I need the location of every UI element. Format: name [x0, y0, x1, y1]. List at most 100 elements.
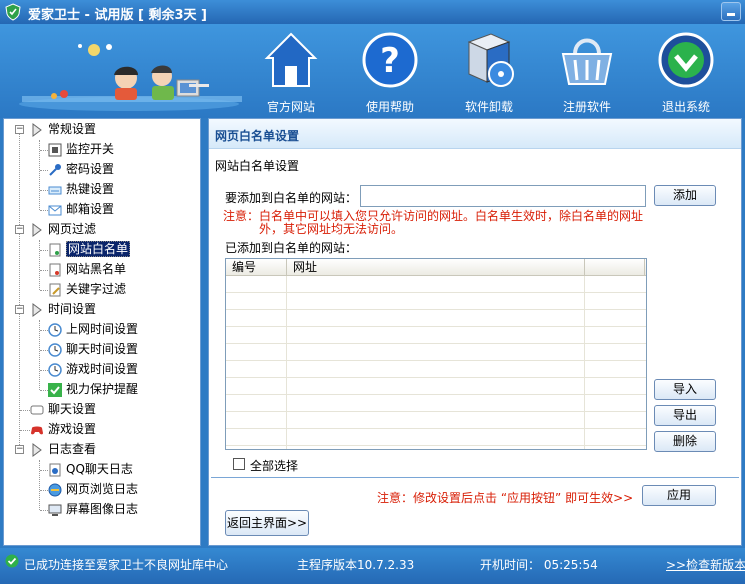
collapse-toggle[interactable]: − [15, 445, 24, 454]
section-subtitle: 网站白名单设置 [215, 159, 300, 173]
tree-item-label: 游戏时间设置 [66, 362, 139, 376]
help-button[interactable]: ? 使用帮助 [345, 30, 435, 116]
table-row [226, 429, 646, 446]
gamepad-icon [31, 426, 43, 434]
register-button[interactable]: 注册软件 [542, 30, 632, 116]
status-bar: 已成功连接至爱家卫士不良网址库中心 主程序版本10.7.2.33 开机时间： 0… [0, 548, 745, 584]
tree-item-qq-log[interactable]: QQ聊天日志 [48, 460, 133, 478]
add-button[interactable]: 添加 [654, 185, 716, 206]
uninstall-button[interactable]: 软件卸载 [444, 30, 534, 116]
apply-notice: 注意：修改设置后点击 “应用按钮” 即可生效>> [377, 491, 634, 505]
boot-time: 开机时间： 05:25:54 [480, 558, 598, 572]
column-header-url[interactable]: 网址 [287, 259, 585, 276]
collapse-toggle[interactable]: − [15, 225, 24, 234]
nav-label: 官方网站 [266, 100, 315, 114]
tree-item-web-log[interactable]: 网页浏览日志 [48, 480, 138, 498]
column-header-extra[interactable] [585, 259, 645, 276]
notice-line: 外，其它网址均无法访问。 [259, 222, 404, 236]
tree-item-label: 网站白名单 [66, 241, 131, 257]
key-icon [49, 163, 61, 176]
svg-text:?: ? [380, 41, 400, 81]
tree-item-label: 关键字过滤 [66, 282, 127, 296]
panel-title: 网页白名单设置 [215, 129, 300, 143]
tree-group-web-filter[interactable]: 网页过滤 [30, 220, 96, 238]
tree-item-label: 视力保护提醒 [66, 382, 139, 396]
keyboard-icon [48, 186, 62, 194]
tree-item-label: 网站黑名单 [66, 262, 127, 276]
tree-group-label: 网页过滤 [48, 222, 97, 236]
clock-icon [48, 362, 62, 377]
exit-button[interactable]: 退出系统 [641, 30, 731, 116]
tree-group-game[interactable]: 游戏设置 [30, 420, 96, 438]
collapse-toggle[interactable]: − [15, 305, 24, 314]
delete-button[interactable]: 删除 [654, 431, 716, 452]
folder-arrow-icon [32, 222, 42, 237]
minimize-button[interactable] [721, 2, 741, 21]
exit-icon [658, 32, 714, 88]
tree-item-whitelist[interactable]: 网站白名单 [48, 240, 131, 258]
tree-group-label: 常规设置 [48, 122, 97, 136]
page-block-icon [49, 263, 61, 276]
basket-icon [561, 38, 613, 85]
export-button[interactable]: 导出 [654, 405, 716, 426]
whitelist-table[interactable]: 编号 网址 [225, 258, 647, 450]
tree-item-screen-log[interactable]: 屏幕图像日志 [48, 500, 138, 518]
nav-label: 退出系统 [661, 100, 710, 114]
table-row [226, 395, 646, 412]
import-button[interactable]: 导入 [654, 379, 716, 400]
browser-icon [48, 483, 62, 496]
table-header: 编号 网址 [226, 259, 646, 276]
table-row [226, 276, 646, 293]
tree-item-hotkey[interactable]: 热键设置 [48, 180, 114, 198]
tree-item-keyword-filter[interactable]: 关键字过滤 [48, 280, 126, 298]
clock-icon [48, 342, 62, 357]
tree-item-password[interactable]: 密码设置 [48, 160, 114, 178]
tree-item-email[interactable]: 邮箱设置 [48, 200, 114, 218]
back-to-main-button[interactable]: 返回主界面>> [225, 510, 309, 536]
tree-item-online-time[interactable]: 上网时间设置 [48, 320, 138, 338]
table-row [226, 412, 646, 429]
connection-status: 已成功连接至爱家卫士不良网址库中心 [24, 558, 229, 572]
table-row [226, 293, 646, 310]
page-check-icon [49, 243, 61, 256]
mail-icon [48, 205, 62, 215]
whitelist-notice: 注意：白名单中可以填入您只允许访问的网址。白名单生效时，除白名单的网址 外，其它… [223, 210, 649, 236]
settings-tree: − 常规设置 监控开关 密码设置 热键设置 邮箱设置 − 网页过滤 网站白名单 [3, 118, 201, 546]
tree-item-label: 监控开关 [66, 142, 115, 156]
nav-label: 注册软件 [562, 100, 611, 114]
monitor-icon [48, 504, 62, 516]
tree-group-general[interactable]: 常规设置 [30, 120, 96, 138]
collapse-toggle[interactable]: − [15, 125, 24, 134]
select-all-checkbox[interactable] [233, 458, 245, 470]
tree-item-chat-time[interactable]: 聊天时间设置 [48, 340, 138, 358]
title-bar: 爱家卫士 - 试用版 [ 剩余3天 ] [0, 0, 745, 24]
panel-header: 网页白名单设置 [209, 119, 741, 149]
tree-item-monitor-switch[interactable]: 监控开关 [48, 140, 114, 158]
tree-item-label: 网页浏览日志 [66, 482, 139, 496]
tree-item-eye-protection[interactable]: 视力保护提醒 [48, 380, 138, 398]
folder-arrow-icon [32, 302, 42, 317]
whitelist-panel: 网页白名单设置 网站白名单设置 要添加到白名单的网站： 添加 注意：白名单中可以… [208, 118, 742, 546]
official-site-button[interactable]: 官方网站 [246, 30, 336, 116]
check-circle-icon [5, 554, 19, 568]
check-update-link[interactable]: >>检查新版本 [666, 556, 745, 573]
apply-button[interactable]: 应用 [642, 485, 716, 506]
column-header-index[interactable]: 编号 [226, 259, 287, 276]
tree-group-label: 游戏设置 [48, 422, 97, 436]
tree-item-blacklist[interactable]: 网站黑名单 [48, 260, 126, 278]
tree-item-label: 聊天时间设置 [66, 342, 139, 356]
tree-group-logs[interactable]: 日志查看 [30, 440, 96, 458]
select-all-label[interactable]: 全部选择 [250, 457, 298, 474]
tree-group-label: 日志查看 [48, 442, 97, 456]
uninstall-icon [467, 33, 514, 87]
page-edit-icon [49, 283, 61, 296]
divider [211, 477, 739, 478]
tree-item-label: 热键设置 [66, 182, 115, 196]
header-banner: 官方网站 ? 使用帮助 软件卸载 注册软件 退出系统 [0, 24, 745, 118]
tree-group-chat[interactable]: 聊天设置 [30, 400, 96, 418]
tree-item-game-time[interactable]: 游戏时间设置 [48, 360, 138, 378]
tree-group-time[interactable]: 时间设置 [30, 300, 96, 318]
app-window: 爱家卫士 - 试用版 [ 剩余3天 ] 官方网站 ? 使用帮助 软件卸载 注册软… [0, 0, 745, 584]
tree-group-label: 时间设置 [48, 302, 97, 316]
whitelist-url-input[interactable] [360, 185, 646, 207]
